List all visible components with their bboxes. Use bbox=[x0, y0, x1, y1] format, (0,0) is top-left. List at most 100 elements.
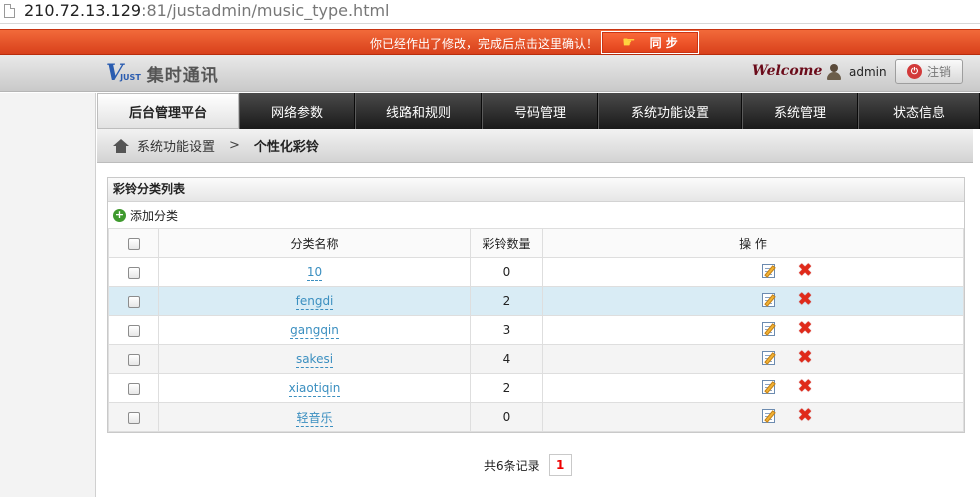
logout-button[interactable]: ⏻ 注销 bbox=[895, 59, 963, 84]
nav-tab-number-mgmt[interactable]: 号码管理 bbox=[482, 93, 598, 129]
sync-alert-message[interactable]: 你已经作出了修改，完成后点击这里确认！ bbox=[370, 35, 598, 52]
table-header-row: 分类名称 彩铃数量 操 作 bbox=[108, 228, 964, 258]
row-actions: ✖ bbox=[542, 344, 964, 374]
category-table: 分类名称 彩铃数量 操 作 10 0 ✖ fengdi 2 ✖ gangqin bbox=[108, 228, 964, 432]
table-row: xiaotiqin 2 ✖ bbox=[108, 373, 964, 403]
url-path: :81/justadmin/music_type.html bbox=[141, 1, 390, 20]
category-name-link[interactable]: 10 bbox=[306, 265, 323, 281]
row-actions: ✖ bbox=[542, 373, 964, 403]
table-row: 10 0 ✖ bbox=[108, 257, 964, 287]
nav-tab-system-features[interactable]: 系统功能设置 bbox=[598, 93, 742, 129]
username: admin bbox=[849, 65, 887, 79]
delete-icon[interactable]: ✖ bbox=[797, 291, 812, 309]
row-name-cell: sakesi bbox=[158, 344, 471, 374]
row-checkbox[interactable] bbox=[127, 295, 140, 308]
address-url[interactable]: 210.72.13.129:81/justadmin/music_type.ht… bbox=[24, 1, 390, 20]
nav-tab-status-info[interactable]: 状态信息 bbox=[858, 93, 980, 129]
row-name-cell: fengdi bbox=[158, 286, 471, 316]
row-checkbox[interactable] bbox=[127, 266, 140, 279]
ringtone-category-panel: 彩铃分类列表 + 添加分类 分类名称 彩铃数量 操 作 10 0 ✖ fengd… bbox=[107, 177, 965, 433]
app-header: V JUST 集时通讯 Welcome admin ⏻ 注销 bbox=[0, 55, 980, 92]
row-count: 4 bbox=[470, 344, 543, 374]
row-checkbox[interactable] bbox=[127, 324, 140, 337]
edit-icon[interactable] bbox=[761, 263, 777, 279]
power-icon: ⏻ bbox=[906, 64, 922, 79]
category-name-link[interactable]: sakesi bbox=[295, 352, 334, 368]
home-icon[interactable] bbox=[113, 138, 129, 153]
row-checkbox-cell bbox=[108, 344, 159, 374]
page-icon bbox=[4, 4, 15, 18]
breadcrumb-parent[interactable]: 系统功能设置 bbox=[137, 136, 215, 155]
breadcrumb-current: 个性化彩铃 bbox=[253, 140, 319, 155]
category-name-link[interactable]: xiaotiqin bbox=[288, 381, 341, 397]
row-count: 2 bbox=[470, 373, 543, 403]
add-icon: + bbox=[113, 207, 126, 222]
add-category-label: 添加分类 bbox=[130, 208, 179, 223]
nav-tab-system-mgmt[interactable]: 系统管理 bbox=[742, 93, 858, 129]
row-actions: ✖ bbox=[542, 402, 964, 432]
delete-icon[interactable]: ✖ bbox=[797, 349, 812, 367]
header-select-all-cell bbox=[108, 228, 159, 258]
sync-alert-bar: 你已经作出了修改，完成后点击这里确认！ ☛ 同 步 bbox=[0, 29, 980, 55]
header-count: 彩铃数量 bbox=[470, 228, 543, 258]
panel-title: 彩铃分类列表 bbox=[108, 178, 964, 202]
logo-company-name: 集时通讯 bbox=[146, 65, 219, 86]
table-row: gangqin 3 ✖ bbox=[108, 315, 964, 345]
brand-logo: V JUST 集时通讯 bbox=[106, 61, 219, 86]
sync-button[interactable]: ☛ 同 步 bbox=[601, 31, 699, 54]
row-checkbox-cell bbox=[108, 286, 159, 316]
left-gutter bbox=[0, 93, 96, 497]
category-name-link[interactable]: 轻音乐 bbox=[296, 410, 333, 427]
row-checkbox-cell bbox=[108, 257, 159, 287]
delete-icon[interactable]: ✖ bbox=[797, 320, 812, 338]
table-row: 轻音乐 0 ✖ bbox=[108, 402, 964, 432]
row-count: 0 bbox=[470, 257, 543, 287]
delete-icon[interactable]: ✖ bbox=[797, 262, 812, 280]
row-checkbox[interactable] bbox=[127, 411, 140, 424]
sync-button-label: 同 步 bbox=[649, 36, 678, 50]
select-all-checkbox[interactable] bbox=[127, 237, 140, 250]
edit-icon[interactable] bbox=[761, 321, 777, 337]
pointing-hand-icon: ☛ bbox=[622, 33, 636, 51]
row-actions: ✖ bbox=[542, 315, 964, 345]
user-icon bbox=[826, 64, 842, 80]
nav-tab-lines-rules[interactable]: 线路和规则 bbox=[355, 93, 482, 129]
table-row: fengdi 2 ✖ bbox=[108, 286, 964, 316]
row-checkbox-cell bbox=[108, 315, 159, 345]
edit-icon[interactable] bbox=[761, 292, 777, 308]
header-ops: 操 作 bbox=[542, 228, 964, 258]
breadcrumb: 系统功能设置 > 个性化彩铃 bbox=[97, 129, 973, 163]
logo-just: JUST bbox=[120, 73, 141, 82]
main-nav: 后台管理平台 网络参数 线路和规则 号码管理 系统功能设置 系统管理 状态信息 bbox=[97, 93, 980, 129]
nav-tab-network[interactable]: 网络参数 bbox=[239, 93, 355, 129]
edit-icon[interactable] bbox=[761, 350, 777, 366]
delete-icon[interactable]: ✖ bbox=[797, 378, 812, 396]
logout-label: 注销 bbox=[926, 65, 951, 79]
table-row: sakesi 4 ✖ bbox=[108, 344, 964, 374]
row-checkbox[interactable] bbox=[127, 353, 140, 366]
edit-icon[interactable] bbox=[761, 379, 777, 395]
row-name-cell: xiaotiqin bbox=[158, 373, 471, 403]
header-name: 分类名称 bbox=[158, 228, 471, 258]
row-name-cell: gangqin bbox=[158, 315, 471, 345]
page-number-button[interactable]: 1 bbox=[548, 454, 572, 476]
url-host: 210.72.13.129 bbox=[24, 1, 142, 20]
browser-address-bar[interactable]: 210.72.13.129:81/justadmin/music_type.ht… bbox=[0, 0, 980, 24]
row-count: 3 bbox=[470, 315, 543, 345]
row-count: 2 bbox=[470, 286, 543, 316]
welcome-text: Welcome bbox=[752, 63, 823, 79]
pagination: 共6条记录 1 bbox=[484, 454, 572, 476]
edit-icon[interactable] bbox=[761, 408, 777, 424]
row-actions: ✖ bbox=[542, 286, 964, 316]
row-count: 0 bbox=[470, 402, 543, 432]
row-actions: ✖ bbox=[542, 257, 964, 287]
nav-tab-admin-platform[interactable]: 后台管理平台 bbox=[97, 93, 239, 129]
category-name-link[interactable]: gangqin bbox=[290, 323, 339, 339]
row-name-cell: 10 bbox=[158, 257, 471, 287]
row-checkbox-cell bbox=[108, 373, 159, 403]
add-category-button[interactable]: + 添加分类 bbox=[108, 202, 964, 228]
row-checkbox[interactable] bbox=[127, 382, 140, 395]
breadcrumb-separator: > bbox=[229, 138, 240, 153]
delete-icon[interactable]: ✖ bbox=[797, 407, 812, 425]
category-name-link[interactable]: fengdi bbox=[295, 294, 334, 310]
